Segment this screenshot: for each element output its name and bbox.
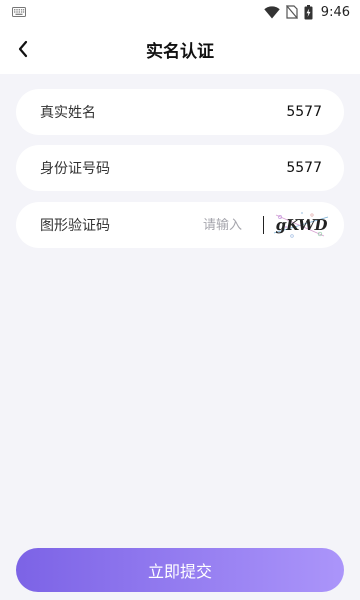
real-name-field[interactable]: 真实姓名 5577 (16, 89, 344, 135)
submit-button[interactable]: 立即提交 (16, 548, 344, 592)
status-time: 9:46 (320, 4, 350, 20)
captcha-image[interactable]: gKWD (272, 209, 330, 241)
real-name-label: 真实姓名 (40, 105, 96, 121)
captcha-input[interactable] (203, 217, 261, 233)
status-bar-right: 9:46 (264, 4, 350, 20)
id-number-label: 身份证号码 (40, 161, 110, 177)
text-cursor (263, 216, 264, 234)
captcha-label: 图形验证码 (40, 218, 110, 234)
page-title: 实名认证 (146, 41, 214, 62)
chevron-left-icon (18, 40, 28, 58)
real-name-auth-page: 9:46 实名认证 真实姓名 5577 身份证号码 5577 图形验证码 请输入… (0, 0, 360, 600)
battery-charging-icon (304, 4, 313, 19)
captcha-code: gKWD (273, 216, 329, 234)
back-button[interactable] (8, 34, 38, 64)
keyboard-icon (12, 7, 26, 17)
real-name-value[interactable]: 5577 (286, 104, 322, 120)
no-sim-icon (285, 5, 298, 19)
nav-bar: 实名认证 (0, 24, 360, 74)
wifi-icon (264, 5, 280, 18)
status-bar-left (12, 7, 26, 17)
captcha-field: 图形验证码 gKWD (16, 202, 344, 248)
id-number-value[interactable]: 5577 (286, 160, 322, 176)
id-number-field[interactable]: 身份证号码 5577 (16, 145, 344, 191)
status-bar: 9:46 (0, 0, 360, 24)
